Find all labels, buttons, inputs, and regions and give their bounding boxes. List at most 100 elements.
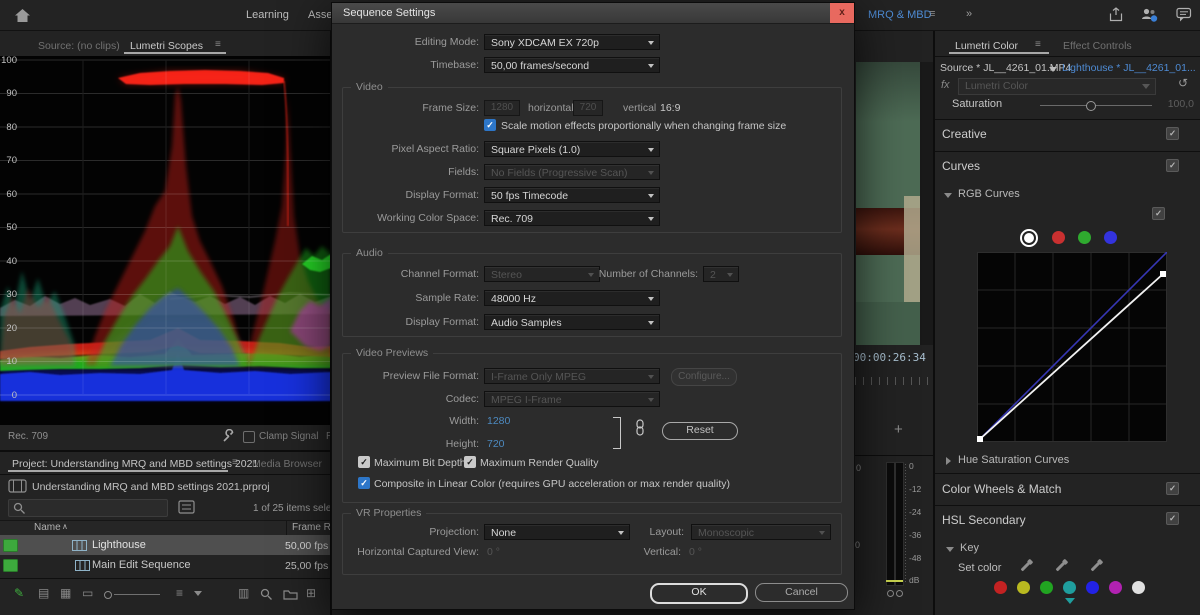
subsection-key[interactable]: Key: [960, 542, 979, 554]
find-icon[interactable]: [260, 588, 273, 601]
chevron-down-icon[interactable]: [944, 193, 952, 198]
saturation-value[interactable]: 100,0: [1160, 98, 1194, 110]
sample-rate-select[interactable]: 48000 Hz: [484, 290, 660, 306]
chevron-right-icon[interactable]: [946, 457, 951, 465]
workspace-overflow-icon[interactable]: »: [966, 8, 972, 20]
panel-menu-icon[interactable]: ≡: [232, 457, 238, 468]
solo-right-icon[interactable]: [896, 590, 903, 597]
display-format-select[interactable]: 50 fps Timecode: [484, 187, 660, 203]
add-button-icon[interactable]: +: [894, 421, 903, 438]
sort-icon[interactable]: ≡: [176, 586, 183, 600]
program-ruler[interactable]: [855, 377, 931, 385]
cancel-button[interactable]: Cancel: [755, 583, 848, 602]
reset-effect-icon[interactable]: ↺: [1178, 76, 1188, 90]
clamp-signal-checkbox[interactable]: [243, 431, 255, 443]
white-channel-dot-selected[interactable]: [1020, 229, 1038, 247]
hsl-swatch-green[interactable]: [1040, 581, 1053, 594]
section-curves[interactable]: Curves: [942, 159, 980, 173]
hsl-swatch-white[interactable]: [1132, 581, 1145, 594]
column-header-name[interactable]: Name: [34, 522, 61, 533]
rgb-curve-editor[interactable]: [977, 252, 1167, 442]
hsl-swatch-red[interactable]: [994, 581, 1007, 594]
workspace-tab-learning[interactable]: Learning: [246, 9, 289, 21]
tab-source-monitor[interactable]: Source: (no clips): [38, 40, 120, 52]
hsl-swatch-magenta[interactable]: [1109, 581, 1122, 594]
chevron-down-icon[interactable]: [194, 591, 202, 596]
section-color-wheels[interactable]: Color Wheels & Match: [942, 482, 1061, 496]
panel-menu-icon[interactable]: ≡: [215, 39, 221, 50]
column-header-frame-rate[interactable]: Frame Rate: [292, 522, 331, 533]
dialog-title-bar[interactable]: Sequence Settings x: [332, 3, 854, 24]
audio-display-format-select[interactable]: Audio Samples: [484, 314, 660, 330]
scope-settings-wrench-icon[interactable]: [221, 429, 235, 443]
home-icon[interactable]: [14, 8, 31, 23]
table-row[interactable]: Lighthouse 50,00 fps: [0, 535, 331, 555]
width-value[interactable]: 1280: [487, 415, 510, 427]
reset-button[interactable]: Reset: [662, 422, 738, 440]
workspace-tab-active[interactable]: MRQ & MBD: [868, 9, 932, 21]
scale-motion-checkbox[interactable]: ✓: [484, 119, 496, 131]
height-value[interactable]: 720: [487, 438, 505, 450]
tab-lumetri-scopes[interactable]: Lumetri Scopes: [130, 40, 203, 52]
item-name[interactable]: Lighthouse: [92, 539, 146, 551]
timeline-clip-label[interactable]: Lighthouse * JL__4261_01...: [1062, 62, 1196, 74]
hsl-enabled-checkbox[interactable]: ✓: [1166, 512, 1179, 525]
automate-sequence-icon[interactable]: ▥: [238, 586, 249, 600]
new-bin-folder-icon[interactable]: [283, 588, 298, 600]
list-view-icon[interactable]: ▤: [38, 586, 49, 600]
tab-lumetri-color[interactable]: Lumetri Color: [955, 40, 1018, 52]
red-channel-dot[interactable]: [1052, 231, 1065, 244]
new-item-icon[interactable]: ⊞: [306, 586, 316, 600]
table-row[interactable]: Main Edit Sequence 25,00 fps: [0, 555, 331, 575]
eyedropper-minus-icon[interactable]: [1091, 562, 1101, 572]
saturation-slider-track[interactable]: [1040, 105, 1152, 106]
chevron-down-icon[interactable]: [1049, 67, 1057, 72]
rgb-curves-enabled-checkbox[interactable]: ✓: [1152, 207, 1165, 220]
chevron-down-icon[interactable]: [946, 547, 954, 552]
collaborators-icon[interactable]: [1141, 7, 1159, 23]
program-timecode[interactable]: 00:00:26:34: [853, 351, 926, 364]
freeform-view-icon[interactable]: ▭: [82, 586, 93, 600]
zoom-slider-handle[interactable]: [104, 591, 112, 599]
link-chain-icon[interactable]: [635, 419, 645, 436]
hsl-swatch-teal[interactable]: [1063, 581, 1076, 594]
icon-view-icon[interactable]: ▦: [60, 586, 71, 600]
ok-button[interactable]: OK: [650, 583, 748, 604]
tab-effect-controls[interactable]: Effect Controls: [1063, 40, 1132, 52]
section-creative[interactable]: Creative: [942, 127, 987, 141]
quick-export-icon[interactable]: [1108, 7, 1124, 23]
subsection-rgb-curves[interactable]: RGB Curves: [958, 188, 1020, 200]
curves-enabled-checkbox[interactable]: ✓: [1166, 159, 1179, 172]
label-color-chip[interactable]: [3, 539, 18, 552]
wheels-enabled-checkbox[interactable]: ✓: [1166, 482, 1179, 495]
close-button[interactable]: x: [830, 3, 854, 23]
search-input[interactable]: [8, 499, 168, 517]
hsl-swatch-yellow[interactable]: [1017, 581, 1030, 594]
tab-project[interactable]: Project: Understanding MRQ and MBD setti…: [12, 458, 258, 470]
item-name[interactable]: Main Edit Sequence: [92, 559, 190, 571]
saturation-slider-thumb[interactable]: [1086, 101, 1096, 111]
tab-media-browser[interactable]: Media Browser: [252, 458, 322, 470]
maximum-render-quality-checkbox[interactable]: ✓: [464, 456, 476, 468]
label-color-chip[interactable]: [3, 559, 18, 572]
list-options-icon[interactable]: [178, 500, 195, 514]
comments-icon[interactable]: [1176, 7, 1192, 23]
creative-enabled-checkbox[interactable]: ✓: [1166, 127, 1179, 140]
hsl-swatch-blue[interactable]: [1086, 581, 1099, 594]
working-color-space-select[interactable]: Rec. 709: [484, 210, 660, 226]
maximum-bit-depth-checkbox[interactable]: ✓: [358, 456, 370, 468]
eyedropper-plus-icon[interactable]: [1056, 562, 1066, 572]
editing-mode-select[interactable]: Sony XDCAM EX 720p: [484, 34, 660, 50]
workspace-menu-icon[interactable]: ≡: [929, 8, 935, 20]
timebase-select[interactable]: 50,00 frames/second: [484, 57, 660, 73]
green-channel-dot[interactable]: [1078, 231, 1091, 244]
project-file-name[interactable]: Understanding MRQ and MBD settings 2021.…: [32, 481, 270, 493]
section-hsl-secondary[interactable]: HSL Secondary: [942, 513, 1026, 527]
blue-channel-dot[interactable]: [1104, 231, 1117, 244]
zoom-slider-track[interactable]: [114, 594, 160, 595]
pixel-aspect-ratio-select[interactable]: Square Pixels (1.0): [484, 141, 660, 157]
eyedropper-icon[interactable]: [1021, 562, 1031, 572]
subsection-hue-saturation-curves[interactable]: Hue Saturation Curves: [958, 454, 1069, 466]
solo-left-icon[interactable]: [887, 590, 894, 597]
composite-linear-checkbox[interactable]: ✓: [358, 477, 370, 489]
